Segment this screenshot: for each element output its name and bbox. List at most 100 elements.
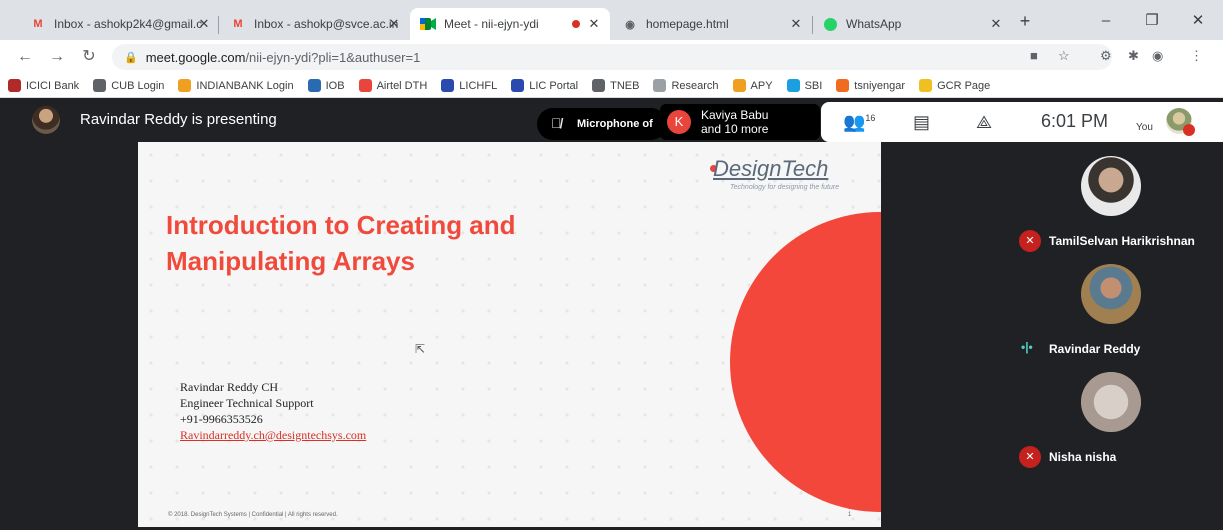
gmail-icon: M xyxy=(233,18,243,30)
puzzle-icon[interactable]: ✱ xyxy=(1128,48,1139,64)
tab-gmail-2[interactable]: M Inbox - ashokp@svce.ac.in ✕ xyxy=(220,8,410,40)
bookmark-item[interactable]: APY xyxy=(732,79,773,92)
bookmark-favicon-icon xyxy=(786,79,800,92)
slide-logo: DesignTech xyxy=(713,156,829,181)
people-count: 16 xyxy=(865,113,876,123)
whatsapp-icon xyxy=(822,16,838,32)
url-host: meet.google.com xyxy=(145,49,246,65)
bookmark-item[interactable]: INDIANBANK Login xyxy=(178,79,294,92)
bookmark-favicon-icon xyxy=(8,79,21,92)
back-arrow-icon[interactable]: ← xyxy=(14,46,36,68)
tab-gmail-1[interactable]: M Inbox - ashokp2k4@gmail.c ✕ xyxy=(20,8,220,40)
avatar xyxy=(1081,156,1141,216)
bookmark-item[interactable]: LIC Portal xyxy=(511,79,578,92)
restore-button[interactable]: ❐ xyxy=(1129,8,1175,36)
chat-icon: ▤ xyxy=(913,112,931,132)
close-window-button[interactable]: ✕ xyxy=(1175,8,1221,36)
bookmark-favicon-icon xyxy=(919,79,933,92)
participant-tile[interactable]: •|• Ravindar Reddy xyxy=(1009,264,1223,370)
bookmark-item[interactable]: SBI xyxy=(786,79,823,92)
join-line-2: and 10 more xyxy=(701,122,769,136)
meet-controls: 👥16 ▤ ⟁ 6:01 PM You xyxy=(821,102,1223,142)
reload-icon[interactable]: ↻ xyxy=(78,46,100,68)
presentation-slide: DesignTech Technology for designing the … xyxy=(138,142,881,527)
slide-page-number: 1 xyxy=(848,512,852,518)
bookmark-favicon-icon xyxy=(511,79,525,92)
bookmark-favicon-icon xyxy=(358,79,372,92)
gmail-icon: M xyxy=(33,18,43,30)
meet-icon xyxy=(420,16,436,32)
mouse-cursor-icon: ⇱ xyxy=(415,342,426,356)
meet-top-bar: Ravindar Reddy is presenting 🎙̸ Micropho… xyxy=(0,98,1223,142)
bookmark-item[interactable]: ICICI Bank xyxy=(8,79,79,92)
mic-notice-text: Microphone of xyxy=(577,118,653,130)
participant-tile[interactable]: ✕ TamilSelvan Harikrishnan xyxy=(1009,156,1223,262)
browser-tab-strip: M Inbox - ashokp2k4@gmail.c ✕ M Inbox - … xyxy=(0,0,1223,40)
bookmark-label: IOB xyxy=(325,79,345,92)
new-tab-button[interactable]: + xyxy=(1010,8,1040,36)
join-notification: K Kaviya Babu and 10 more xyxy=(660,104,820,140)
close-icon[interactable]: ✕ xyxy=(586,16,602,32)
tab-title: WhatsApp xyxy=(846,17,902,31)
chat-button[interactable]: ▤ xyxy=(913,112,930,133)
bookmark-star-icon[interactable]: ☆ xyxy=(1058,48,1070,64)
close-icon[interactable]: ✕ xyxy=(196,16,212,32)
bookmark-favicon-icon xyxy=(307,79,321,92)
mic-off-icon: ✕ xyxy=(1019,446,1041,468)
avatar: K xyxy=(667,110,691,134)
recording-icon xyxy=(572,20,580,28)
extension-icon[interactable]: ⚙ xyxy=(1100,48,1112,64)
bookmark-label: APY xyxy=(750,79,773,92)
presenter-email: Ravindarreddy.ch@designtechsys.com xyxy=(180,428,367,442)
join-line-1: Kaviya Babu xyxy=(701,108,769,122)
close-icon[interactable]: ✕ xyxy=(386,16,402,32)
people-button[interactable]: 👥16 xyxy=(843,112,875,133)
bookmarks-bar: ICICI Bank CUB Login INDIANBANK Login IOB Ai… xyxy=(0,74,1223,98)
bookmark-label: SBI xyxy=(804,79,823,92)
bookmark-item[interactable]: TNEB xyxy=(592,79,639,92)
tab-title: Inbox - ashokp@svce.ac.in xyxy=(254,17,399,31)
bookmark-item[interactable]: Airtel DTH xyxy=(358,79,427,92)
bookmark-label: LIC Portal xyxy=(529,79,579,92)
bookmark-item[interactable]: Research xyxy=(653,79,719,92)
tab-title: Inbox - ashokp2k4@gmail.c xyxy=(54,17,203,31)
camera-icon[interactable]: ■ xyxy=(1030,48,1038,63)
participant-name: TamilSelvan Harikrishnan xyxy=(1049,234,1195,248)
activities-icon: ⟁ xyxy=(976,112,993,132)
bookmark-item[interactable]: GCR Page xyxy=(919,79,990,92)
menu-icon[interactable]: ⋮ xyxy=(1190,48,1203,64)
bookmark-favicon-icon xyxy=(592,79,606,92)
address-bar[interactable]: 🔒 meet.google.com/nii-ejyn-ydi?pli=1&aut… xyxy=(112,44,1112,70)
profile-icon[interactable]: ◉ xyxy=(1152,48,1163,64)
bookmark-favicon-icon xyxy=(93,79,107,92)
bookmark-item[interactable]: tsniyengar xyxy=(836,79,905,92)
participant-tile[interactable]: ✕ Nisha nisha xyxy=(1009,372,1223,478)
close-icon[interactable]: ✕ xyxy=(988,16,1004,32)
forward-arrow-icon[interactable]: → xyxy=(46,46,68,68)
activities-button[interactable]: ⟁ xyxy=(976,112,992,133)
minimize-button[interactable]: – xyxy=(1083,8,1129,36)
microphone-notice: 🎙̸ Microphone of xyxy=(537,108,667,140)
presenter-avatar xyxy=(32,106,60,134)
tab-meet[interactable]: Meet - nii-ejyn-ydi ✕ xyxy=(410,8,610,40)
tab-title: homepage.html xyxy=(646,17,729,31)
bookmark-favicon-icon xyxy=(441,79,455,92)
presenter-phone: +91-9966353526 xyxy=(180,412,263,426)
presenter-role: Engineer Technical Support xyxy=(180,396,314,410)
bookmark-label: Research xyxy=(671,79,719,92)
bookmark-item[interactable]: IOB xyxy=(307,79,345,92)
bookmark-label: LICHFL xyxy=(459,79,498,92)
globe-icon: ◉ xyxy=(625,18,635,31)
bookmark-item[interactable]: LICHFL xyxy=(441,79,497,92)
tab-whatsapp[interactable]: WhatsApp ✕ xyxy=(812,8,1012,40)
mic-off-icon: ✕ xyxy=(1019,230,1041,252)
bookmark-item[interactable]: CUB Login xyxy=(93,79,164,92)
close-icon[interactable]: ✕ xyxy=(788,16,804,32)
participant-name: Ravindar Reddy xyxy=(1049,342,1141,356)
meet-area: Ravindar Reddy is presenting 🎙̸ Micropho… xyxy=(0,98,1223,530)
mic-off-icon xyxy=(1183,124,1195,136)
bookmark-favicon-icon xyxy=(653,79,667,92)
lock-icon: 🔒 xyxy=(124,51,138,64)
tab-homepage[interactable]: ◉ homepage.html ✕ xyxy=(612,8,812,40)
participant-name: Nisha nisha xyxy=(1049,450,1117,464)
